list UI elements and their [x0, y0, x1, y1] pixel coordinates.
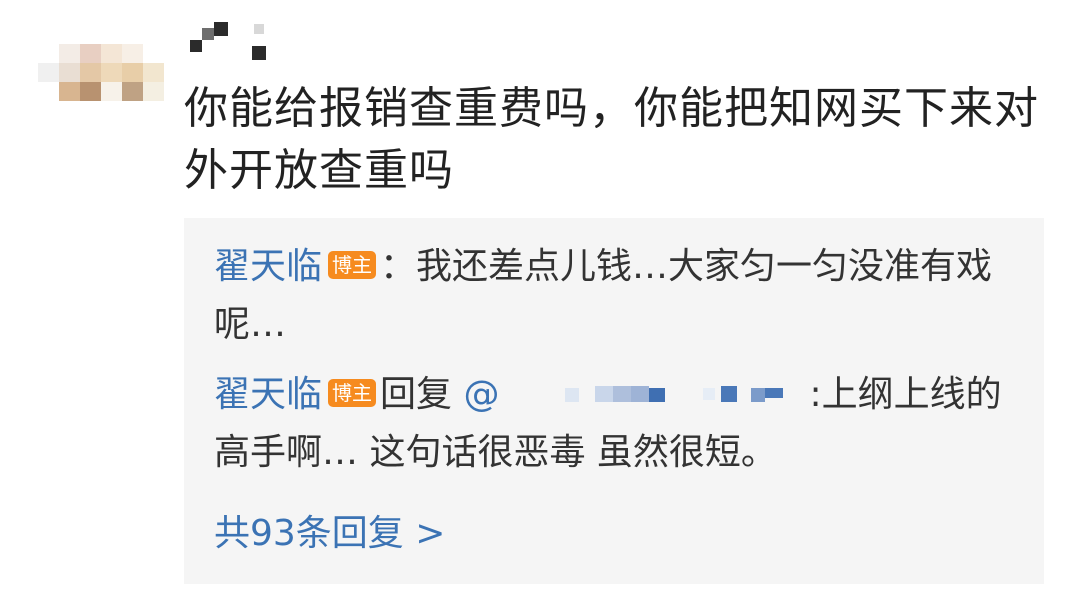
avatar[interactable]: [38, 44, 164, 101]
reply-separator: ：: [380, 246, 417, 287]
username-pixelated[interactable]: [190, 22, 280, 62]
mention-username-pixelated[interactable]: [499, 374, 809, 410]
reply-author[interactable]: 翟天临: [214, 246, 322, 287]
mention-prefix[interactable]: @: [463, 374, 499, 415]
reply-item[interactable]: 翟天临 博主 回复 @ :上纲上线的高手啊… 这句话很恶毒 虽然很短。: [214, 366, 1014, 482]
reply-item[interactable]: 翟天临 博主 ：我还差点儿钱…大家匀一匀没准有戏呢…: [214, 238, 1014, 354]
blogger-badge: 博主: [328, 251, 377, 279]
comment-text: 你能给报销查重费吗，你能把知网买下来对外开放查重吗: [184, 83, 1039, 196]
blogger-badge: 博主: [328, 379, 377, 407]
reply-author[interactable]: 翟天临: [214, 374, 322, 415]
more-replies-link[interactable]: 共93条回复 >: [214, 510, 445, 558]
reply-word: 回复: [380, 374, 453, 415]
replies-box[interactable]: 翟天临 博主 ：我还差点儿钱…大家匀一匀没准有戏呢… 翟天临 博主 回复 @ :上纲上线…: [184, 218, 1044, 584]
